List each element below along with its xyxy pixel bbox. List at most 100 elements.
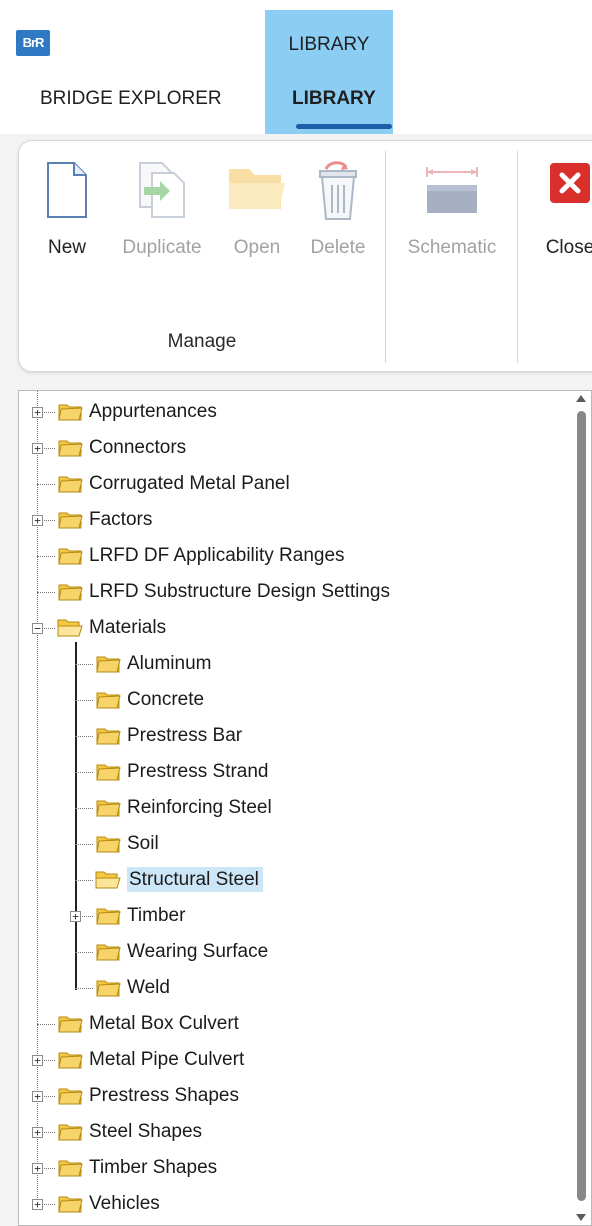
folder-icon <box>96 908 121 925</box>
tree-item-corrugated-metal-panel[interactable]: Corrugated Metal Panel <box>57 466 290 502</box>
tree-item-materials[interactable]: Materials <box>57 610 166 646</box>
tree-item-label: Concrete <box>127 689 205 710</box>
tree-item-wearing-surface[interactable]: Wearing Surface <box>95 934 268 970</box>
folder-icon <box>58 584 83 601</box>
tree-item-appurtenances[interactable]: Appurtenances <box>57 394 217 430</box>
collapse-icon[interactable]: − <box>32 623 43 634</box>
expand-icon[interactable]: + <box>32 443 43 454</box>
tree-connector-line <box>37 391 38 1204</box>
new-button[interactable]: New <box>37 155 97 275</box>
scroll-thumb[interactable] <box>577 411 586 1201</box>
open-folder-icon <box>229 169 285 209</box>
tab-library[interactable]: LIBRARY <box>292 88 376 110</box>
tree-item-lrfd-df-applicability-ranges[interactable]: LRFD DF Applicability Ranges <box>57 538 345 574</box>
tree-item-label: Prestress Bar <box>127 725 243 746</box>
delete-button[interactable]: Delete <box>299 155 377 275</box>
expand-icon[interactable]: + <box>32 407 43 418</box>
expand-icon[interactable]: + <box>32 1199 43 1210</box>
context-tab-title: LIBRARY <box>288 34 370 55</box>
close-button[interactable]: Close <box>535 155 592 275</box>
folder-icon <box>96 656 121 673</box>
tree-item-metal-pipe-culvert[interactable]: Metal Pipe Culvert <box>57 1042 244 1078</box>
tree-item-weld[interactable]: Weld <box>95 970 170 1006</box>
active-tab-indicator <box>296 124 392 129</box>
new-button-label: New <box>47 237 86 258</box>
tree-item-label: Reinforcing Steel <box>127 797 272 818</box>
tree-item-prestress-shapes[interactable]: Prestress Shapes <box>57 1078 239 1114</box>
tree-item-label: Metal Pipe Culvert <box>89 1049 245 1070</box>
tree-item-label: LRFD DF Applicability Ranges <box>89 545 345 566</box>
folder-icon <box>96 800 121 817</box>
folder-icon <box>96 980 121 997</box>
tree-item-label: Appurtenances <box>89 401 217 422</box>
tree-item-timber[interactable]: Timber <box>95 898 185 934</box>
tree-connector-line <box>75 988 93 989</box>
app-logo: BrR <box>16 30 50 56</box>
tree-connector-line <box>75 664 93 665</box>
tree-item-label: Prestress Shapes <box>89 1085 239 1106</box>
tree-item-timber-shapes[interactable]: Timber Shapes <box>57 1150 217 1186</box>
tree-item-factors[interactable]: Factors <box>57 502 152 538</box>
expand-icon[interactable]: + <box>32 1091 43 1102</box>
duplicate-button[interactable]: Duplicate <box>109 155 215 275</box>
folder-icon <box>96 764 121 781</box>
open-button[interactable]: Open <box>225 155 289 275</box>
tree-item-metal-box-culvert[interactable]: Metal Box Culvert <box>57 1006 239 1042</box>
tree-connector-line <box>37 556 55 557</box>
tree-item-structural-steel[interactable]: Structural Steel <box>95 862 263 898</box>
tree-connector-line <box>37 592 55 593</box>
schematic-button[interactable]: Schematic <box>397 155 507 275</box>
tree-item-label: Metal Box Culvert <box>89 1013 239 1034</box>
tree-item-label: Timber <box>127 905 186 926</box>
expand-icon[interactable]: + <box>32 1127 43 1138</box>
delete-button-label: Delete <box>310 237 366 258</box>
tree-item-reinforcing-steel[interactable]: Reinforcing Steel <box>95 790 272 826</box>
tree-item-label: Wearing Surface <box>127 941 269 962</box>
expand-icon[interactable]: + <box>32 1055 43 1066</box>
folder-icon <box>58 512 83 529</box>
tree-item-label: Corrugated Metal Panel <box>89 473 290 494</box>
tree-item-steel-shapes[interactable]: Steel Shapes <box>57 1114 202 1150</box>
tree-item-label: Prestress Strand <box>127 761 269 782</box>
tree-item-label: Aluminum <box>127 653 212 674</box>
scroll-up-arrow-icon[interactable] <box>576 395 586 402</box>
open-button-label: Open <box>233 237 281 258</box>
tree-item-label: Factors <box>89 509 153 530</box>
folder-icon <box>58 440 83 457</box>
title-bar: BrR LIBRARY BRIDGE EXPLORER LIBRARY <box>0 0 592 134</box>
folder-icon <box>96 692 121 709</box>
folder-icon <box>58 1016 83 1033</box>
expand-icon[interactable]: + <box>70 911 81 922</box>
folder-icon <box>58 1160 83 1177</box>
expand-icon[interactable]: + <box>32 1163 43 1174</box>
manage-group-label: Manage <box>167 331 237 352</box>
folder-icon <box>58 1124 83 1141</box>
close-icon <box>550 163 590 203</box>
context-tab-group: LIBRARY <box>265 10 393 134</box>
tree-item-label: Soil <box>127 833 159 854</box>
tree-expanded-branch-line <box>75 642 77 990</box>
ribbon: New Duplicate Open Delete Schematic Clos… <box>18 140 592 372</box>
expand-icon[interactable]: + <box>32 515 43 526</box>
tree-item-soil[interactable]: Soil <box>95 826 159 862</box>
folder-icon <box>58 548 83 565</box>
folder-icon <box>58 404 83 421</box>
tree-item-aluminum[interactable]: Aluminum <box>95 646 211 682</box>
tree-connector-line <box>37 1024 55 1025</box>
tree-item-vehicles[interactable]: Vehicles <box>57 1186 160 1222</box>
delete-trash-icon <box>319 161 357 220</box>
tab-bridge-explorer[interactable]: BRIDGE EXPLORER <box>40 88 222 110</box>
folder-icon <box>96 944 121 961</box>
scroll-down-arrow-icon[interactable] <box>576 1214 586 1221</box>
tree-item-label: Steel Shapes <box>89 1121 203 1142</box>
duplicate-button-label: Duplicate <box>122 237 202 258</box>
schematic-icon <box>426 167 478 213</box>
tree-connector-line <box>75 736 93 737</box>
tree-item-lrfd-substructure-design-settings[interactable]: LRFD Substructure Design Settings <box>57 574 390 610</box>
vertical-scrollbar[interactable] <box>571 391 591 1225</box>
schematic-button-label: Schematic <box>407 237 497 258</box>
tree-item-concrete[interactable]: Concrete <box>95 682 204 718</box>
tree-item-connectors[interactable]: Connectors <box>57 430 186 466</box>
tree-item-prestress-strand[interactable]: Prestress Strand <box>95 754 269 790</box>
tree-item-prestress-bar[interactable]: Prestress Bar <box>95 718 242 754</box>
